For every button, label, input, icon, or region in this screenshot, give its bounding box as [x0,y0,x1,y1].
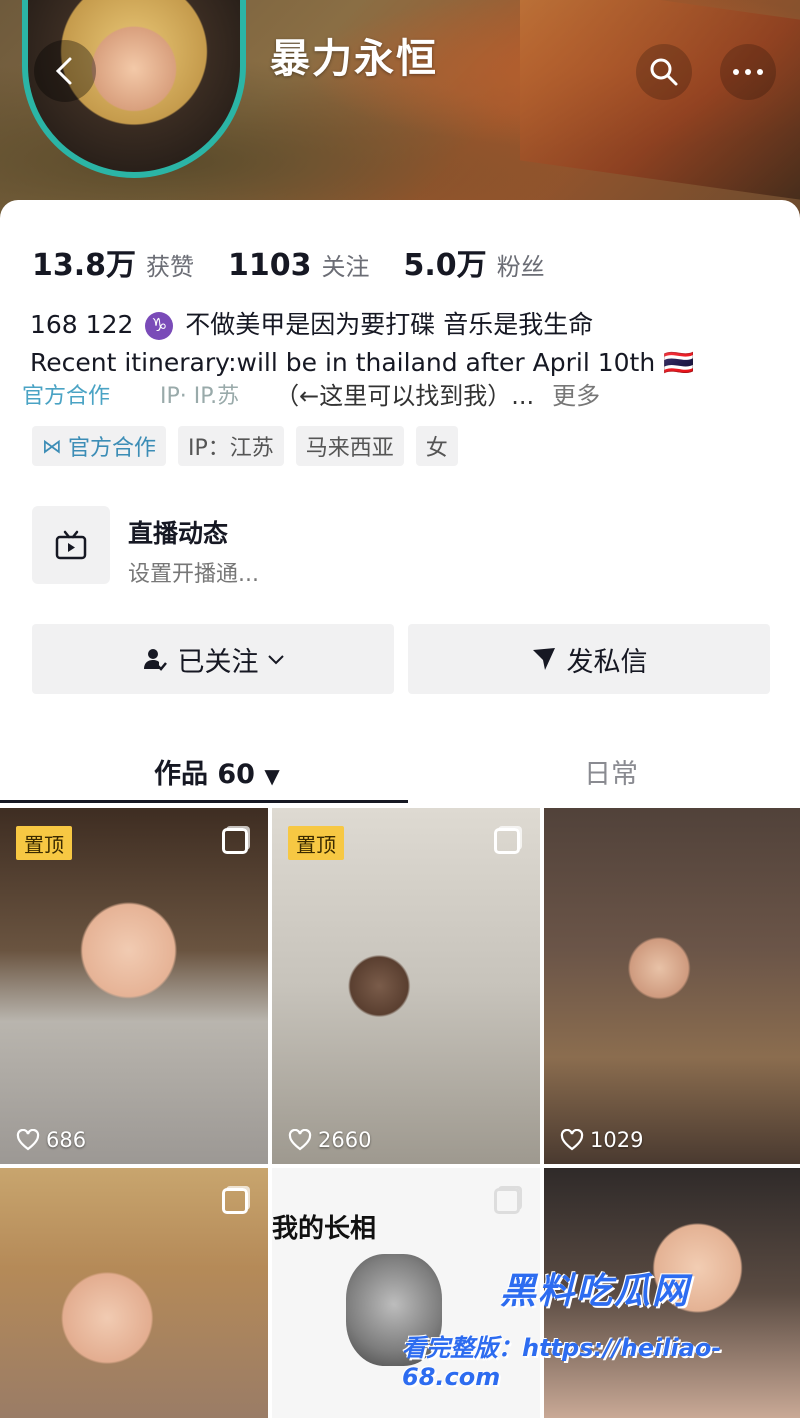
live-status-title[interactable]: 直播动态 [128,514,228,550]
tag-ip: IP：江苏 [178,426,284,466]
post-likes-count: 2660 [318,1128,372,1152]
bio-ip-text: IP· IP.苏 [160,383,240,409]
handshake-icon: ⋈ [42,434,62,458]
following-button[interactable]: 已关注 [32,624,394,694]
stat-label: 粉丝 [496,253,545,281]
multi-image-icon [222,1188,248,1214]
post-likes-count: 1029 [590,1128,644,1152]
multi-image-icon [494,828,520,854]
post-likes: 686 [16,1128,86,1152]
multi-image-icon [494,1188,520,1214]
stat-followers[interactable]: 5.0万 粉丝 [404,240,545,284]
profile-tags: ⋈ 官方合作 IP：江苏 马来西亚 女 [32,426,470,466]
profile-username: 暴力永恒 [270,36,438,82]
send-icon [531,646,557,672]
send-message-button[interactable]: 发私信 [408,624,770,694]
bio-line-1: 168 122 ♑ 不做美甲是因为要打碟 音乐是我生命 [30,306,694,344]
pinned-badge: 置顶 [16,826,72,860]
stat-label: 获赞 [146,253,195,281]
tag-label: 马来西亚 [305,436,394,461]
post-tile[interactable] [0,1168,268,1418]
heart-icon [560,1129,584,1151]
stat-value: 13.8万 [32,248,137,283]
post-likes: 1029 [560,1128,643,1152]
stat-likes[interactable]: 13.8万 获赞 [32,240,194,284]
bio-measurements: 168 122 [30,310,134,339]
bio-more-link[interactable]: 更多 [552,376,600,411]
post-caption: 我的长相 [272,1214,377,1244]
post-tile[interactable]: 置顶 2660 [272,808,540,1164]
bio-find-text: （←这里可以找到我）... [275,382,535,410]
tab-works[interactable]: 作品 60 ▼ [154,752,280,791]
heart-icon [288,1129,312,1151]
stat-label: 关注 [321,253,370,281]
tag-gender: 女 [415,426,458,466]
caret-down-icon: ▼ [264,764,280,788]
post-likes-count: 686 [46,1128,87,1152]
user-check-icon [142,646,168,672]
stat-following[interactable]: 1103 关注 [228,247,370,283]
chevron-left-icon [55,57,72,85]
live-status-icon-box[interactable] [32,506,110,584]
more-button[interactable] [720,44,776,100]
post-tile[interactable]: 1029 [544,808,800,1164]
tag-official-cooperation[interactable]: ⋈ 官方合作 [32,426,167,466]
profile-bio: 168 122 ♑ 不做美甲是因为要打碟 音乐是我生命 Recent itine… [30,306,694,382]
tv-icon [55,530,87,560]
tag-label: IP：江苏 [188,436,274,461]
chevron-down-icon [267,647,285,671]
post-likes: 2660 [288,1128,371,1152]
search-icon [650,58,678,86]
bio-official-link[interactable]: 官方合作 [22,378,110,410]
tab-works-label: 作品 60 [154,759,255,790]
tab-daily[interactable]: 日常 [584,752,638,791]
stat-value: 1103 [228,248,312,283]
multi-image-icon [222,828,248,854]
heart-icon [16,1129,40,1151]
live-status-subtitle: 设置开播通... [128,562,259,587]
pinned-badge: 置顶 [288,826,344,860]
tab-indicator [0,800,408,803]
watermark-brand: 黑料吃瓜网 [500,1271,691,1312]
profile-stats: 13.8万 获赞 1103 关注 5.0万 粉丝 [32,240,579,284]
search-button[interactable] [636,44,692,100]
following-label: 已关注 [177,646,259,678]
send-message-label: 发私信 [566,646,648,678]
more-icon [733,69,763,75]
back-button[interactable] [34,40,96,102]
tag-label: 女 [425,436,448,461]
tag-label: 官方合作 [68,436,157,461]
bio-text: 不做美甲是因为要打碟 音乐是我生命 [185,310,594,339]
post-tile[interactable]: 置顶 686 [0,808,268,1164]
bio-line-3: 官方合作 IP· IP.苏 （←这里可以找到我）... 更多 [22,376,600,411]
capricorn-icon: ♑ [145,312,174,340]
watermark-url: 看完整版：https://heiliao-68.com [402,1334,722,1391]
stat-value: 5.0万 [403,248,487,283]
tag-location: 马来西亚 [295,426,404,466]
